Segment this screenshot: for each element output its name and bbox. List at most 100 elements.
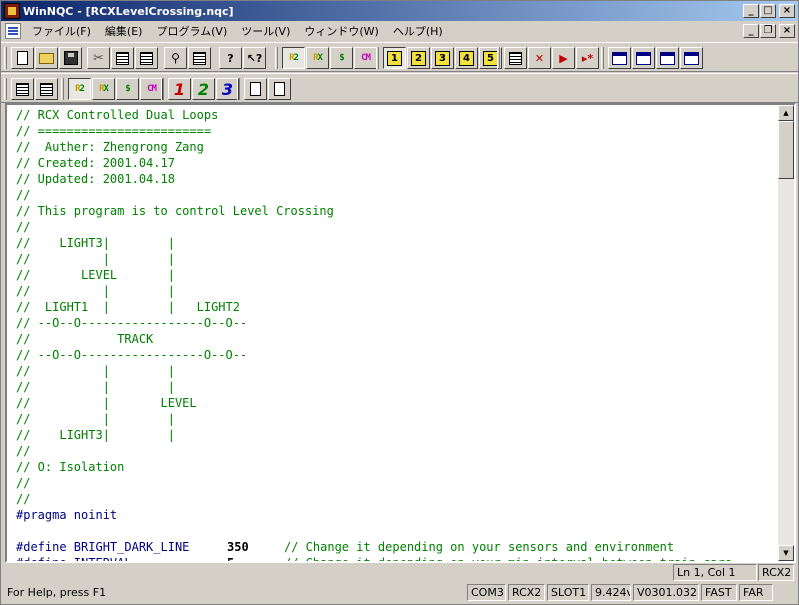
download-button[interactable]: ✕ — [528, 47, 551, 69]
tile-vertical-button[interactable] — [656, 47, 679, 69]
menu-program[interactable]: プログラム(V) — [149, 21, 234, 41]
rcx-direct-button[interactable]: RX — [306, 47, 329, 69]
toolbar-grip[interactable] — [601, 47, 604, 69]
code-line[interactable]: // O: Isolation — [16, 459, 732, 475]
properties-button[interactable] — [244, 78, 267, 100]
toolbar-grip[interactable] — [376, 47, 379, 69]
code-line[interactable]: // — [16, 187, 732, 203]
code-line[interactable]: // ======================== — [16, 123, 732, 139]
code-line[interactable]: // | | — [16, 251, 732, 267]
minimize-button[interactable]: _ — [743, 4, 759, 18]
maximize-button[interactable]: □ — [760, 4, 776, 18]
cascade-button[interactable] — [680, 47, 703, 69]
document-icon[interactable] — [5, 23, 21, 39]
toolbar-grip[interactable] — [4, 78, 7, 100]
code-line[interactable]: // --O--O-----------------O--O-- — [16, 315, 732, 331]
code-line[interactable] — [16, 523, 732, 539]
code-line[interactable]: // Auther: Zhengrong Zang — [16, 139, 732, 155]
comment-text: // | | — [16, 252, 175, 266]
context-help-button[interactable]: ↖? — [243, 47, 266, 69]
menu-window[interactable]: ウィンドウ(W) — [297, 21, 385, 41]
program-2-button[interactable]: 2 — [407, 47, 430, 69]
notes-button[interactable] — [268, 78, 291, 100]
menu-edit[interactable]: 編集(E) — [98, 21, 150, 41]
code-line[interactable]: // | | — [16, 283, 732, 299]
code-line[interactable]: // — [16, 475, 732, 491]
slot-1-button[interactable]: 1 — [168, 78, 191, 100]
scroll-down-button[interactable]: ▼ — [778, 545, 794, 561]
close-button[interactable]: × — [779, 4, 795, 18]
menu-file[interactable]: ファイル(F) — [25, 21, 98, 41]
code-line[interactable]: // Updated: 2001.04.18 — [16, 171, 732, 187]
cut-button[interactable]: ✂ — [87, 47, 110, 69]
stack-button[interactable] — [11, 78, 34, 100]
code-line[interactable]: // Created: 2001.04.17 — [16, 155, 732, 171]
program-1-button[interactable]: 1 — [383, 47, 406, 69]
stop-button[interactable]: ▸* — [576, 47, 599, 69]
toolbar-grip[interactable] — [497, 47, 500, 69]
slot-2-button[interactable]: 2 — [192, 78, 215, 100]
code-line[interactable]: // | | — [16, 411, 732, 427]
toolbar-grip[interactable] — [161, 78, 164, 100]
title-bar[interactable]: WinNQC - [RCXLevelCrossing.nqc] _ □ × — [1, 1, 798, 21]
copy-button[interactable] — [111, 47, 134, 69]
app-icon[interactable] — [4, 3, 20, 19]
code-line[interactable]: // — [16, 443, 732, 459]
rcx-target-icon: RX — [99, 84, 109, 94]
slot-3-button[interactable]: 3 — [216, 78, 239, 100]
tile-horizontal-button[interactable] — [632, 47, 655, 69]
count-button[interactable]: $ — [330, 47, 353, 69]
code-editor[interactable]: // RCX Controlled Dual Loops // =========… — [5, 103, 796, 563]
code-line[interactable]: // | LEVEL — [16, 395, 732, 411]
toolbar-grip[interactable] — [61, 78, 64, 100]
toolbar-grip[interactable] — [237, 78, 240, 100]
vertical-scrollbar[interactable]: ▲ ▼ — [778, 105, 794, 561]
mdi-restore-button[interactable]: ❐ — [760, 24, 776, 38]
code-line[interactable]: // This program is to control Level Cros… — [16, 203, 732, 219]
target-rcx-button[interactable]: RX — [92, 78, 115, 100]
code-text[interactable]: // RCX Controlled Dual Loops // =========… — [16, 107, 732, 561]
run-button[interactable]: ▶ — [552, 47, 575, 69]
scroll-thumb[interactable] — [778, 121, 794, 179]
program-3-button[interactable]: 3 — [431, 47, 454, 69]
window-layout-button[interactable] — [608, 47, 631, 69]
program-4-button[interactable]: 4 — [455, 47, 478, 69]
paste-button[interactable] — [135, 47, 158, 69]
code-line[interactable]: #pragma noinit — [16, 507, 732, 523]
mdi-close-button[interactable]: × — [779, 24, 795, 38]
find-button[interactable]: ⚲ — [164, 47, 187, 69]
code-line[interactable]: // | | — [16, 379, 732, 395]
print-button[interactable] — [188, 47, 211, 69]
code-line[interactable]: // | | — [16, 363, 732, 379]
code-line[interactable]: // LIGHT3| | — [16, 427, 732, 443]
toolbar-grip[interactable] — [275, 47, 278, 69]
code-line[interactable]: #define BRIGHT_DARK_LINE 350 // Change it … — [16, 539, 732, 555]
code-line[interactable]: // --O--O-----------------O--O-- — [16, 347, 732, 363]
code-line[interactable]: // — [16, 491, 732, 507]
code-line[interactable]: #define INTERVAL 5 // Change it depending … — [16, 555, 732, 561]
about-button[interactable]: ? — [219, 47, 242, 69]
listing-button[interactable] — [35, 78, 58, 100]
code-line[interactable]: // LIGHT1 | | LIGHT2 — [16, 299, 732, 315]
code-line[interactable]: // LIGHT3| | — [16, 235, 732, 251]
rcx-mode-button[interactable]: R2 — [282, 47, 305, 69]
target-cm-button[interactable]: CM — [140, 78, 163, 100]
menu-tools[interactable]: ツール(V) — [234, 21, 297, 41]
new-file-button[interactable] — [11, 47, 34, 69]
comment-text: // | | — [16, 412, 175, 426]
code-line[interactable]: // RCX Controlled Dual Loops — [16, 107, 732, 123]
toolbar-grip[interactable] — [4, 47, 7, 69]
target-scout-button[interactable]: $ — [116, 78, 139, 100]
scroll-up-button[interactable]: ▲ — [778, 105, 794, 121]
code-line[interactable]: // TRACK — [16, 331, 732, 347]
save-file-button[interactable] — [59, 47, 82, 69]
compile-button[interactable] — [504, 47, 527, 69]
cybermaster-button[interactable]: CM — [354, 47, 377, 69]
open-file-button[interactable] — [35, 47, 58, 69]
mdi-minimize-button[interactable]: _ — [743, 24, 759, 38]
status-slot: SLOT1 — [547, 584, 589, 601]
code-line[interactable]: // LEVEL | — [16, 267, 732, 283]
code-line[interactable]: // — [16, 219, 732, 235]
menu-help[interactable]: ヘルプ(H) — [386, 21, 450, 41]
target-rcx2-button[interactable]: R2 — [68, 78, 91, 100]
